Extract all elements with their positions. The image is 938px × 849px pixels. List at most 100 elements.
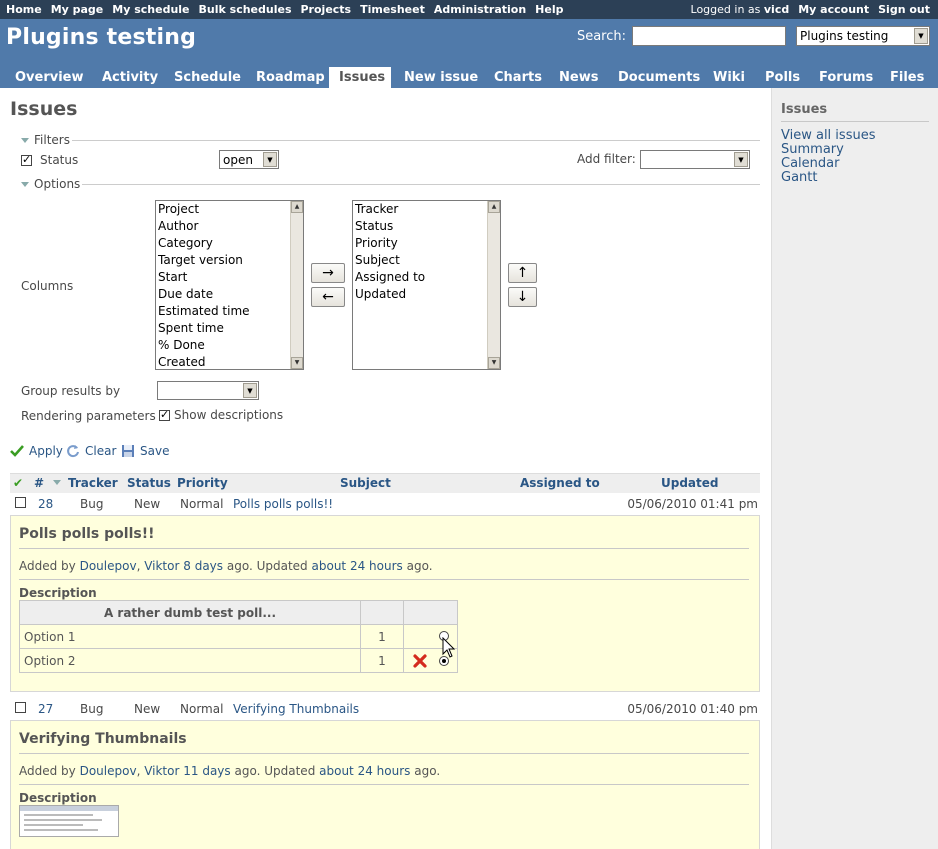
available-column-option[interactable]: Spent time: [156, 320, 303, 337]
tab-overview[interactable]: Overview: [5, 67, 94, 88]
updated-age-link[interactable]: about 24 hours: [312, 559, 403, 573]
created-age-link[interactable]: 11 days: [183, 764, 230, 778]
search-input[interactable]: [632, 26, 786, 46]
tab-news[interactable]: News: [549, 67, 608, 88]
sidebar-link-summary[interactable]: Summary: [781, 143, 929, 157]
show-descriptions-checkbox[interactable]: [159, 408, 170, 421]
selected-column-option[interactable]: Assigned to: [353, 269, 500, 286]
apply-label: Apply: [29, 444, 63, 458]
tab-charts[interactable]: Charts: [484, 67, 552, 88]
available-column-option[interactable]: Due date: [156, 286, 303, 303]
scroll-down-icon[interactable]: ▼: [488, 357, 500, 369]
add-column-button[interactable]: →: [311, 263, 345, 283]
tab-activity[interactable]: Activity: [92, 67, 168, 88]
tab-polls[interactable]: Polls: [755, 67, 810, 88]
available-columns-scrollbar[interactable]: ▲ ▼: [290, 201, 303, 369]
top-link-my-page[interactable]: My page: [51, 3, 104, 16]
available-column-option[interactable]: Start: [156, 269, 303, 286]
status-operator-value: open: [223, 152, 253, 167]
selected-columns-scrollbar[interactable]: ▲ ▼: [487, 201, 500, 369]
status-operator-select[interactable]: open ▼: [219, 150, 279, 169]
top-link-administration[interactable]: Administration: [434, 3, 526, 16]
status-filter-label: Status: [40, 153, 79, 167]
col-header-tracker[interactable]: Tracker: [68, 476, 118, 490]
logged-user[interactable]: vicd: [764, 3, 789, 16]
available-columns-list[interactable]: Project Author Category Target version S…: [155, 200, 304, 370]
top-link-my-account[interactable]: My account: [798, 3, 869, 16]
top-link-timesheet[interactable]: Timesheet: [360, 3, 425, 16]
save-button[interactable]: Save: [121, 444, 169, 458]
move-column-down-button[interactable]: ↓: [508, 287, 537, 307]
sort-desc-icon[interactable]: [53, 480, 61, 485]
available-column-option[interactable]: Project: [156, 201, 303, 218]
selected-columns-list[interactable]: Tracker Status Priority Subject Assigned…: [352, 200, 501, 370]
tab-files[interactable]: Files: [880, 67, 934, 88]
scroll-up-icon[interactable]: ▲: [488, 201, 500, 213]
updated-age-link[interactable]: about 24 hours: [319, 764, 410, 778]
available-column-option[interactable]: % Done: [156, 337, 303, 354]
issue-select-checkbox[interactable]: [15, 497, 26, 508]
selected-column-option[interactable]: Status: [353, 218, 500, 235]
col-header-updated[interactable]: Updated: [661, 476, 719, 490]
poll-vote-header: [403, 600, 458, 625]
author-lastname-link[interactable]: Doulepov: [80, 764, 137, 778]
tab-issues[interactable]: Issues: [329, 67, 391, 88]
poll-option-count: 1: [360, 648, 404, 673]
group-by-select[interactable]: ▼: [157, 381, 259, 400]
apply-button[interactable]: Apply: [10, 444, 63, 458]
poll-option-count: 1: [360, 624, 404, 649]
selected-column-option[interactable]: Tracker: [353, 201, 500, 218]
top-link-sign-out[interactable]: Sign out: [878, 3, 930, 16]
sidebar-link-calendar[interactable]: Calendar: [781, 157, 929, 171]
available-column-option[interactable]: Created: [156, 354, 303, 371]
selected-column-option[interactable]: Priority: [353, 235, 500, 252]
chevron-down-icon: ▼: [263, 152, 277, 167]
project-jump-select[interactable]: Plugins testing ▼: [796, 26, 930, 46]
options-toggle[interactable]: Options: [21, 177, 80, 191]
col-header-id[interactable]: #: [34, 476, 44, 490]
top-link-home[interactable]: Home: [6, 3, 42, 16]
thumbnail-image[interactable]: [19, 805, 119, 837]
tab-forums[interactable]: Forums: [809, 67, 883, 88]
move-column-up-button[interactable]: ↑: [508, 263, 537, 283]
top-link-my-schedule[interactable]: My schedule: [112, 3, 189, 16]
add-filter-select[interactable]: ▼: [640, 150, 750, 169]
available-column-option[interactable]: Category: [156, 235, 303, 252]
tab-roadmap[interactable]: Roadmap: [246, 67, 335, 88]
col-header-assigned[interactable]: Assigned to: [520, 476, 600, 490]
available-column-option[interactable]: Author: [156, 218, 303, 235]
tab-schedule[interactable]: Schedule: [164, 67, 251, 88]
issue-id-link[interactable]: 27: [38, 702, 53, 716]
sidebar-link-gantt[interactable]: Gantt: [781, 171, 929, 185]
col-header-subject[interactable]: Subject: [340, 476, 391, 490]
remove-column-button[interactable]: ←: [311, 287, 345, 307]
filters-toggle[interactable]: Filters: [21, 133, 70, 147]
toggle-all-checkmark-icon[interactable]: ✔: [13, 476, 23, 490]
status-filter-checkbox[interactable]: [21, 153, 32, 166]
sidebar-link-view-all-issues[interactable]: View all issues: [781, 129, 929, 143]
issue-subject-link[interactable]: Verifying Thumbnails: [233, 702, 359, 716]
scroll-up-icon[interactable]: ▲: [291, 201, 303, 213]
tab-documents[interactable]: Documents: [608, 67, 710, 88]
issue-subject-link[interactable]: Polls polls polls!!: [233, 497, 333, 511]
delete-vote-x-icon[interactable]: [413, 654, 427, 668]
col-header-priority[interactable]: Priority: [177, 476, 228, 490]
selected-column-option[interactable]: Updated: [353, 286, 500, 303]
scroll-down-icon[interactable]: ▼: [291, 357, 303, 369]
created-age-link[interactable]: 8 days: [183, 559, 223, 573]
col-header-status[interactable]: Status: [127, 476, 171, 490]
top-link-bulk-schedules[interactable]: Bulk schedules: [199, 3, 292, 16]
author-firstname-link[interactable]: Viktor: [144, 559, 179, 573]
tab-wiki[interactable]: Wiki: [703, 67, 755, 88]
author-firstname-link[interactable]: Viktor: [144, 764, 179, 778]
clear-button[interactable]: Clear: [66, 444, 116, 458]
tab-new-issue[interactable]: New issue: [394, 67, 488, 88]
issue-select-checkbox[interactable]: [15, 702, 26, 713]
issue-id-link[interactable]: 28: [38, 497, 53, 511]
selected-column-option[interactable]: Subject: [353, 252, 500, 269]
author-lastname-link[interactable]: Doulepov: [80, 559, 137, 573]
available-column-option[interactable]: Target version: [156, 252, 303, 269]
top-link-projects[interactable]: Projects: [301, 3, 352, 16]
top-link-help[interactable]: Help: [535, 3, 563, 16]
available-column-option[interactable]: Estimated time: [156, 303, 303, 320]
